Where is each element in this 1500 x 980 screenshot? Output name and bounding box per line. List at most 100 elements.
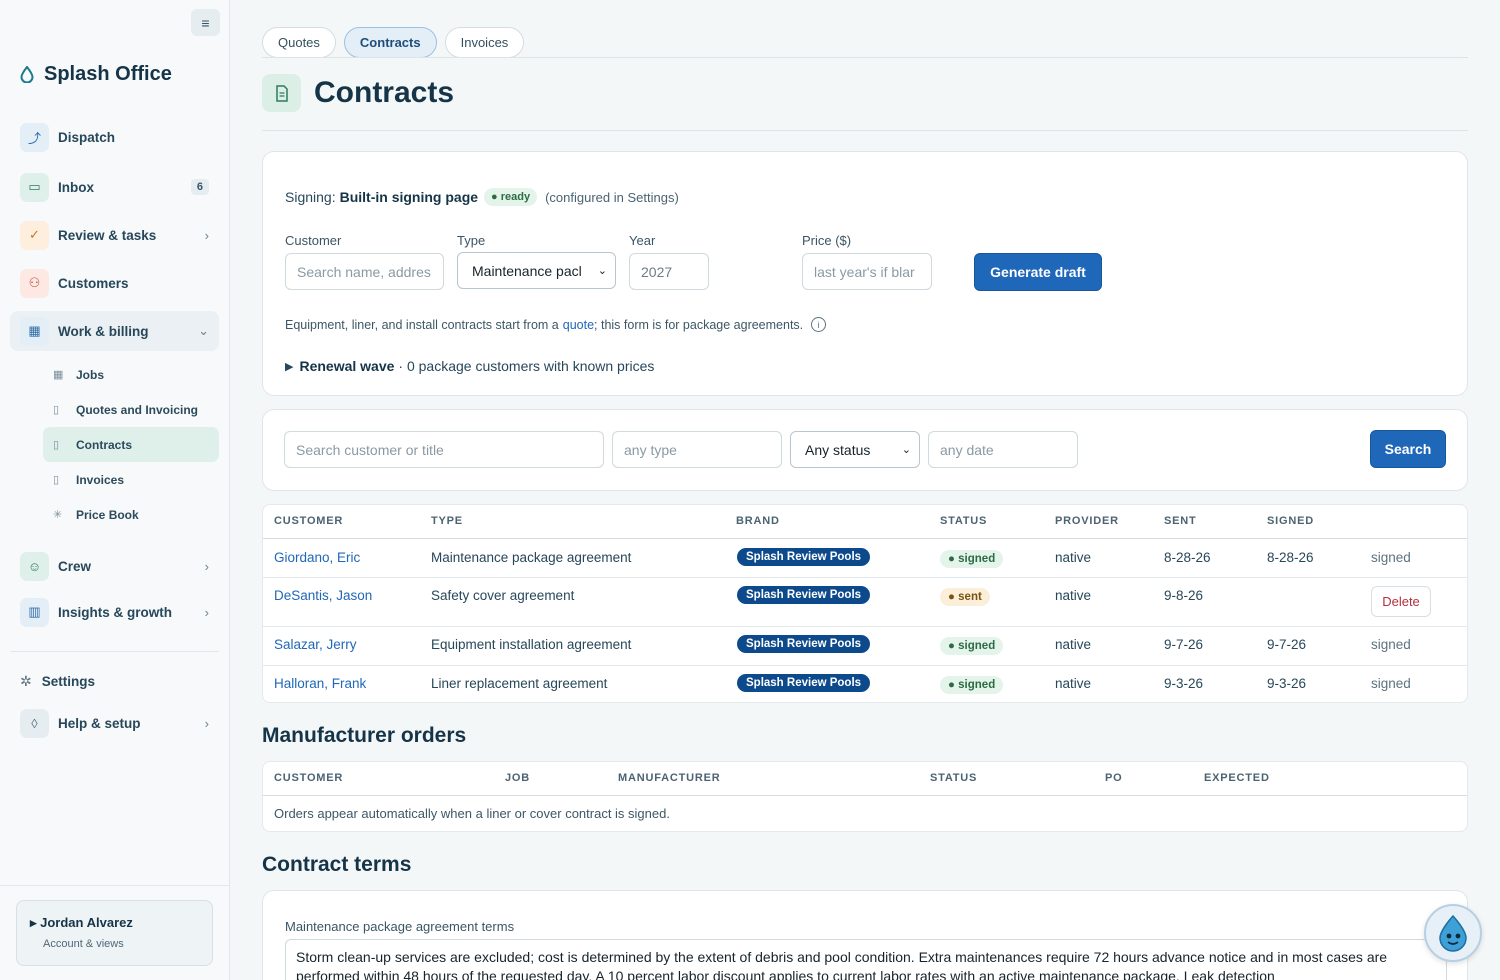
- sidebar-item-label: Work & billing: [58, 323, 149, 339]
- status-badge: ● sent: [940, 588, 990, 606]
- search-button[interactable]: Search: [1370, 430, 1446, 468]
- column-header: JOB: [505, 772, 531, 784]
- chevron-down-icon: ⌄: [901, 444, 911, 456]
- ready-badge: ● ready: [484, 188, 538, 206]
- year-input[interactable]: 2027: [629, 253, 709, 290]
- sidebar-subitem-contracts[interactable]: ▯ Contracts: [43, 427, 219, 462]
- sun-icon: ✳: [53, 509, 63, 521]
- sidebar-subitem-label: Contracts: [76, 437, 133, 452]
- contract-search-input[interactable]: Search customer or title: [284, 431, 604, 468]
- sidebar-subitem-invoices[interactable]: ▯ Invoices: [43, 462, 219, 497]
- assistant-button[interactable]: [1424, 904, 1482, 962]
- customer-link[interactable]: Salazar, Jerry: [274, 637, 357, 652]
- contract-terms-title: Contract terms: [262, 853, 412, 876]
- sidebar-item-crew[interactable]: ☺ Crew ›: [10, 546, 219, 586]
- chevron-down-icon: ⌄: [597, 265, 607, 277]
- signed-date: 8-28-26: [1267, 550, 1314, 565]
- type-label: Type: [457, 233, 486, 248]
- info-icon[interactable]: i: [811, 317, 827, 332]
- delete-button[interactable]: Delete: [1371, 586, 1431, 617]
- sidebar-item-review-tasks[interactable]: ✓ Review & tasks ›: [10, 215, 219, 255]
- page-header: Contracts: [262, 74, 454, 112]
- signing-status: Signing: Built-in signing page ● ready (…: [285, 188, 679, 206]
- column-header: STATUS: [940, 515, 988, 527]
- row-divider: [263, 626, 1467, 627]
- caret-right-icon: ▶: [285, 360, 294, 373]
- sidebar-subitem-label: Price Book: [76, 507, 139, 522]
- generate-draft-button[interactable]: Generate draft: [974, 253, 1102, 291]
- tab-invoices[interactable]: Invoices: [444, 27, 525, 58]
- customer-label: Customer: [285, 233, 342, 248]
- sidebar-item-label: Help & setup: [58, 715, 141, 731]
- sidebar-item-settings[interactable]: ✲ Settings: [10, 661, 219, 701]
- column-header: STATUS: [930, 772, 978, 784]
- provider: native: [1055, 676, 1092, 691]
- filter-card: Search customer or title any type Any st…: [262, 409, 1468, 491]
- customer-link[interactable]: Halloran, Frank: [274, 676, 366, 691]
- provider: native: [1055, 550, 1092, 565]
- column-header: EXPECTED: [1204, 772, 1270, 784]
- top-tabs: Quotes Contracts Invoices: [262, 27, 525, 58]
- contract-type: Safety cover agreement: [431, 588, 575, 603]
- status-badge: ● signed: [940, 637, 1004, 655]
- calendar-icon: ▦: [20, 316, 49, 346]
- status-badge: ● signed: [940, 676, 1004, 694]
- sidebar-collapse-button[interactable]: ≡: [191, 9, 220, 36]
- brand[interactable]: Splash Office: [20, 63, 172, 86]
- sidebar-subitem-jobs[interactable]: ▦ Jobs: [43, 357, 219, 392]
- header-divider: [263, 538, 1467, 539]
- header-divider: [263, 795, 1467, 796]
- brand-badge: Splash Review Pools: [737, 635, 871, 653]
- contract-type: Maintenance package agreement: [431, 550, 632, 565]
- sidebar-item-insights-growth[interactable]: ▥ Insights & growth ›: [10, 592, 219, 632]
- contract-type: Equipment installation agreement: [431, 637, 632, 652]
- sent-date: 8-28-26: [1164, 550, 1211, 565]
- sidebar-item-dispatch[interactable]: ⤴ Dispatch: [10, 117, 219, 157]
- sidebar-subitem-price-book[interactable]: ✳ Price Book: [43, 497, 219, 532]
- year-label: Year: [629, 233, 656, 248]
- customer-link[interactable]: Giordano, Eric: [274, 550, 360, 565]
- customer-search-input[interactable]: Search name, addres: [285, 253, 444, 290]
- sidebar-item-label: Inbox: [58, 179, 94, 195]
- sidebar: ≡ Splash Office ⤴ Dispatch ▭ Inbox 6 ✓ R…: [0, 0, 230, 980]
- sidebar-subitem-quotes-invoicing[interactable]: ▯ Quotes and Invoicing: [43, 392, 219, 427]
- column-header: TYPE: [431, 515, 463, 527]
- sidebar-item-label: Dispatch: [58, 129, 116, 145]
- column-header: CUSTOMER: [274, 772, 344, 784]
- account-card[interactable]: ▸ Jordan Alvarez Account & views: [16, 900, 213, 966]
- brand-badge: Splash Review Pools: [737, 548, 871, 566]
- column-header: PO: [1105, 772, 1123, 784]
- header-divider: [262, 130, 1468, 131]
- sidebar-item-help-setup[interactable]: ◊ Help & setup ›: [10, 703, 219, 743]
- document-icon: ▯: [53, 439, 60, 451]
- tab-quotes[interactable]: Quotes: [262, 27, 336, 58]
- gear-icon: ✲: [20, 672, 32, 689]
- terms-label: Maintenance package agreement terms: [285, 919, 515, 934]
- chevron-right-icon: ›: [204, 227, 209, 243]
- customer-link[interactable]: DeSantis, Jason: [274, 588, 372, 603]
- account-views-label: Account & views: [43, 938, 124, 950]
- type-select[interactable]: Maintenance pacl ⌄: [457, 252, 616, 289]
- sidebar-item-work-billing[interactable]: ▦ Work & billing ⌄: [10, 311, 219, 351]
- sidebar-item-customers[interactable]: ⚇ Customers: [10, 263, 219, 303]
- route-icon: ⤴: [20, 122, 49, 152]
- price-input[interactable]: last year's if blar: [802, 253, 932, 290]
- renewal-wave-toggle[interactable]: ▶ Renewal wave · 0 package customers wit…: [285, 358, 654, 374]
- type-filter-input[interactable]: any type: [612, 431, 782, 468]
- row-state: signed: [1371, 676, 1411, 691]
- tab-contracts[interactable]: Contracts: [343, 27, 437, 58]
- brand-name: Splash Office: [44, 63, 172, 85]
- package-note: Equipment, liner, and install contracts …: [285, 317, 827, 332]
- manufacturer-orders-table: CUSTOMER JOB MANUFACTURER STATUS PO EXPE…: [262, 761, 1468, 832]
- row-divider: [263, 665, 1467, 666]
- date-filter-input[interactable]: any date: [928, 431, 1078, 468]
- provider: native: [1055, 588, 1092, 603]
- sidebar-item-inbox[interactable]: ▭ Inbox 6: [10, 167, 219, 207]
- terms-textarea[interactable]: Storm clean-up services are excluded; co…: [285, 939, 1447, 980]
- document-icon: ▯: [53, 404, 60, 416]
- status-filter-select[interactable]: Any status ⌄: [790, 431, 920, 468]
- user-name: ▸ Jordan Alvarez: [30, 915, 133, 930]
- sidebar-item-label: Crew: [58, 558, 92, 574]
- quote-link[interactable]: quote: [563, 318, 594, 332]
- page-title: Contracts: [314, 76, 455, 109]
